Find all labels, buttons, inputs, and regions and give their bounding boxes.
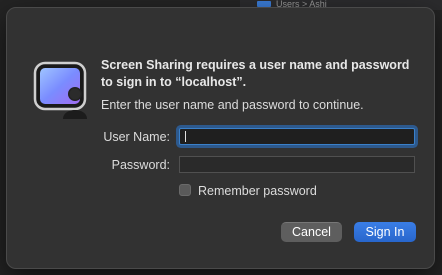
dialog-submessage: Enter the user name and password to cont… bbox=[101, 98, 364, 112]
password-field[interactable] bbox=[179, 156, 415, 174]
sign-in-dialog: Screen Sharing requires a user name and … bbox=[6, 7, 435, 269]
screen-sharing-icon bbox=[33, 61, 87, 119]
username-input[interactable] bbox=[180, 130, 414, 146]
remember-password-label[interactable]: Remember password bbox=[198, 183, 317, 199]
cancel-button[interactable]: Cancel bbox=[281, 222, 342, 242]
dialog-message: Screen Sharing requires a user name and … bbox=[101, 58, 410, 89]
password-label: Password: bbox=[111, 158, 170, 172]
username-label: User Name: bbox=[103, 130, 170, 144]
sign-in-button[interactable]: Sign In bbox=[354, 222, 416, 242]
username-field[interactable] bbox=[179, 128, 415, 146]
text-caret bbox=[185, 131, 186, 142]
password-input[interactable] bbox=[180, 158, 414, 174]
remember-password-checkbox[interactable] bbox=[179, 184, 191, 196]
